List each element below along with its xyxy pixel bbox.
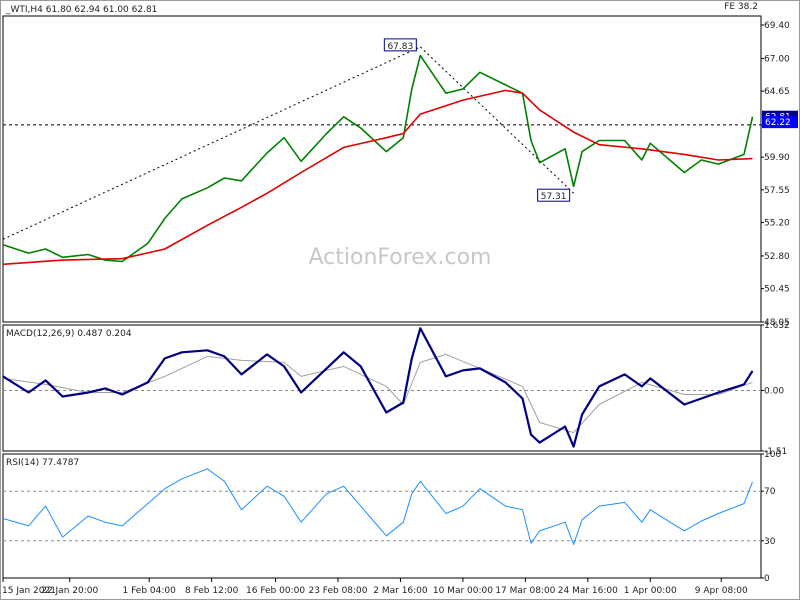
rsi-ytick-label: 100 (764, 450, 781, 460)
rsi-ytick-label: 70 (764, 487, 776, 497)
price-ytick-label: 55.20 (764, 219, 790, 229)
price-ytick-label: 50.45 (764, 285, 790, 295)
price-ytick-label: 64.65 (764, 87, 790, 97)
x-tick-label: 1 Feb 04:00 (123, 586, 177, 596)
price-ytick-label: 69.40 (764, 21, 790, 31)
forex-chart: 69.40 67.00 64.65 62.22 59.90 57.55 55.20 52.80… (0, 0, 800, 600)
x-tick-label: 23 Feb 08:00 (308, 586, 367, 596)
x-tick-label: 22 Jan 20:00 (41, 586, 98, 596)
x-tick-label: 1 Apr 00:00 (624, 586, 677, 596)
rsi-ytick-label: 30 (764, 537, 776, 547)
macd-title: MACD(12,26,9) 0.487 0.204 (6, 329, 132, 339)
price-ytick-label: 52.80 (764, 252, 790, 262)
rsi-ytick-label: 0 (764, 574, 770, 584)
x-tick-label: 2 Mar 16:00 (373, 586, 428, 596)
rsi-title: RSI(14) 77.4787 (6, 458, 79, 468)
ref-price-tag-label: 62.22 (765, 118, 791, 128)
price-ytick-label: 59.90 (764, 153, 790, 163)
watermark: ActionForex.com (309, 245, 492, 270)
x-tick-label: 8 Feb 12:00 (185, 586, 239, 596)
x-tick-label: 9 Apr 08:00 (695, 586, 748, 596)
x-tick-label: 10 Mar 00:00 (433, 586, 493, 596)
price-ytick-label: 57.55 (764, 186, 790, 196)
price-ytick-label: 67.00 (764, 54, 790, 64)
price-annotation-label: 67.83 (387, 42, 413, 52)
price-annotation-label: 57.31 (541, 192, 567, 202)
macd-ytick-label: 1.632 (764, 321, 790, 331)
x-tick-label: 24 Mar 16:00 (558, 586, 618, 596)
fe-label: FE 38.2 (724, 2, 758, 12)
symbol-header: _WTI,H4 61.80 62.94 61.00 62.81 (5, 5, 157, 15)
x-tick-label: 16 Feb 00:00 (246, 586, 305, 596)
x-tick-label: 17 Mar 08:00 (495, 586, 555, 596)
macd-ytick-label: 0.00 (764, 386, 784, 396)
